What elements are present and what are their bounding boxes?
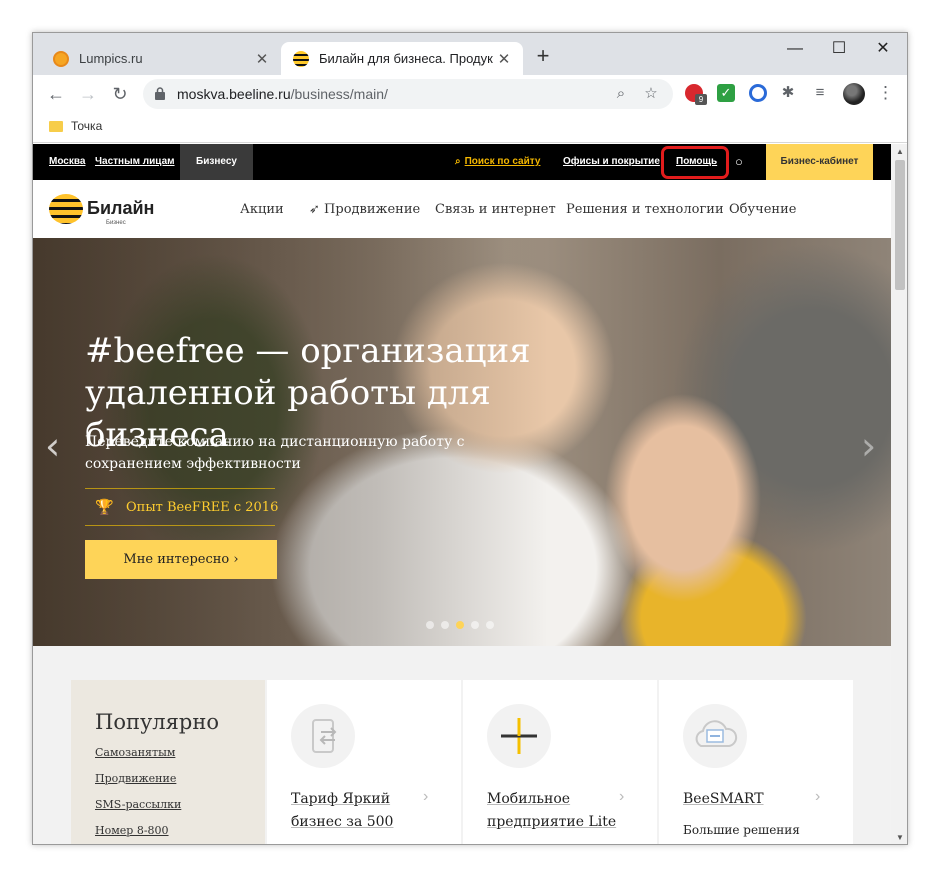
maximize-button[interactable]: ☐ (817, 38, 861, 62)
plus-cross-icon (487, 704, 551, 768)
site-header: Билайн Бизнес Акции ➶ Продвижение Связь … (33, 180, 891, 238)
checkmark-extension-icon[interactable]: ✓ (717, 84, 735, 102)
business-link[interactable]: Бизнесу (180, 144, 253, 180)
product-card-tariff[interactable]: Тариф Яркий бизнес за 500 › (267, 680, 461, 844)
card-title[interactable]: BeeSMART (683, 788, 823, 811)
bookmarks-bar: Точка (33, 113, 907, 143)
new-tab-button[interactable]: + (531, 45, 555, 69)
tab-beeline[interactable]: Билайн для бизнеса. Продукты ✕ (281, 42, 523, 75)
popular-link-8800[interactable]: Номер 8-800 (95, 824, 265, 837)
offices-link[interactable]: Офисы и покрытие (563, 156, 660, 167)
slider-dots (426, 621, 494, 629)
help-highlight-frame (661, 146, 729, 179)
popular-title: Популярно (95, 710, 219, 734)
popular-link-selfemployed[interactable]: Самозанятым (95, 746, 265, 759)
logo-name[interactable]: Билайн (87, 198, 154, 219)
trophy-icon: 🏆 (95, 499, 114, 516)
slide-dot[interactable] (486, 621, 494, 629)
close-window-button[interactable]: ✕ (861, 38, 905, 62)
card-description: Большие решения для (683, 823, 800, 844)
nav-promotions[interactable]: Акции (240, 202, 284, 217)
beeline-logo-icon[interactable] (49, 194, 83, 224)
popular-link-sms[interactable]: SMS-рассылки (95, 798, 265, 811)
badge-text: Опыт BeeFREE с 2016 (126, 500, 279, 515)
hero-subtitle: Переведите компанию на дистанционную раб… (85, 434, 465, 472)
card-title[interactable]: Тариф Яркий бизнес за 500 (291, 788, 431, 834)
browser-menu-icon[interactable]: ⋮ (877, 82, 894, 104)
extensions-puzzle-icon[interactable]: ✱ (779, 84, 797, 102)
site-top-bar: Москва Частным лицам Бизнесу ⌕ Поиск по с… (33, 144, 891, 180)
nav-promotion[interactable]: ➶ Продвижение (309, 202, 420, 217)
nav-promotion-label: Продвижение (324, 202, 421, 217)
page-scrollbar[interactable]: ▲ ▼ (891, 144, 907, 844)
popular-section: Популярно Самозанятым Продвижение SMS-ра… (71, 680, 853, 844)
chevron-right-icon: › (423, 788, 429, 805)
city-link[interactable]: Москва (49, 156, 85, 167)
bookmark-label: Точка (71, 119, 103, 133)
slide-dot[interactable] (441, 621, 449, 629)
page-viewport: Москва Частным лицам Бизнесу ⌕ Поиск по с… (33, 144, 891, 844)
minimize-button[interactable]: — (773, 38, 817, 62)
close-tab-icon[interactable]: ✕ (251, 50, 273, 68)
cloud-folder-icon (683, 704, 747, 768)
phone-transfer-icon (291, 704, 355, 768)
hero-banner: #beefree — организация удаленной работы … (33, 238, 891, 646)
prev-slide-arrow-icon[interactable]: ‹ (45, 424, 60, 468)
popular-block: Популярно Самозанятым Продвижение SMS-ра… (71, 680, 265, 844)
product-card-beesmart[interactable]: BeeSMART Большие решения для › (659, 680, 853, 844)
slide-dot[interactable] (426, 621, 434, 629)
folder-icon (49, 120, 63, 132)
search-icon[interactable]: ○ (735, 154, 749, 169)
reload-button[interactable]: ↻ (107, 81, 133, 107)
bookmark-folder[interactable]: Точка (49, 119, 102, 133)
slide-dot[interactable] (471, 621, 479, 629)
next-slide-arrow-icon[interactable]: › (861, 424, 876, 468)
tab-strip: Lumpics.ru ✕ Билайн для бизнеса. Продукт… (33, 33, 907, 75)
nav-solutions[interactable]: Решения и технологии (566, 202, 724, 217)
logo-subtitle: Бизнес (106, 220, 126, 226)
beeline-favicon-icon (293, 50, 309, 67)
media-control-icon[interactable]: ≡ (811, 84, 829, 102)
tab-lumpics[interactable]: Lumpics.ru ✕ (41, 42, 281, 75)
browser-toolbar: ← → ↻ moskva.beeline.ru/business/main/ ⌕… (33, 75, 907, 113)
card-title[interactable]: Мобильное предприятие Lite (487, 788, 627, 834)
nav-learning[interactable]: Обучение (729, 202, 796, 217)
close-tab-icon[interactable]: ✕ (493, 50, 515, 68)
business-cabinet-button[interactable]: Бизнес-кабинет (766, 144, 873, 180)
popular-link-promotion[interactable]: Продвижение (95, 772, 265, 785)
url-text: moskva.beeline.ru/business/main/ (177, 86, 388, 102)
interested-button[interactable]: Мне интересно › (85, 540, 277, 579)
scroll-thumb[interactable] (895, 160, 905, 290)
product-card-mobile[interactable]: Мобильное предприятие Lite › (463, 680, 657, 844)
nav-communication[interactable]: Связь и интернет (435, 202, 556, 217)
address-bar[interactable]: moskva.beeline.ru/business/main/ ⌕ ☆ (143, 79, 673, 109)
zoom-icon[interactable]: ⌕ (611, 84, 631, 104)
scroll-down-icon[interactable]: ▼ (895, 833, 905, 842)
tab-title: Билайн для бизнеса. Продукты (319, 51, 493, 66)
browser-window: Lumpics.ru ✕ Билайн для бизнеса. Продукт… (32, 32, 908, 845)
back-button[interactable]: ← (43, 81, 69, 107)
site-search-label: Поиск по сайту (464, 156, 541, 167)
tab-title: Lumpics.ru (79, 51, 143, 66)
scroll-up-icon[interactable]: ▲ (895, 147, 905, 156)
bookmark-star-icon[interactable]: ☆ (641, 84, 661, 104)
private-link[interactable]: Частным лицам (95, 156, 175, 167)
search-icon: ⌕ (455, 156, 461, 167)
profile-avatar[interactable] (843, 83, 865, 105)
url-path: /business/main/ (290, 86, 388, 102)
lock-icon (155, 87, 165, 100)
lumpics-favicon-icon (53, 50, 69, 67)
chevron-right-icon: › (619, 788, 625, 805)
forward-button[interactable]: → (75, 81, 101, 107)
extension-badge: 9 (695, 94, 707, 105)
experience-badge: 🏆 Опыт BeeFREE с 2016 (85, 488, 279, 526)
chevron-right-icon: › (815, 788, 821, 805)
url-host: moskva.beeline.ru (177, 86, 291, 102)
rocket-icon: ➶ (309, 202, 320, 217)
globe-extension-icon[interactable] (749, 84, 767, 102)
site-search-link[interactable]: ⌕ Поиск по сайту (455, 156, 540, 167)
slide-dot-active[interactable] (456, 621, 464, 629)
